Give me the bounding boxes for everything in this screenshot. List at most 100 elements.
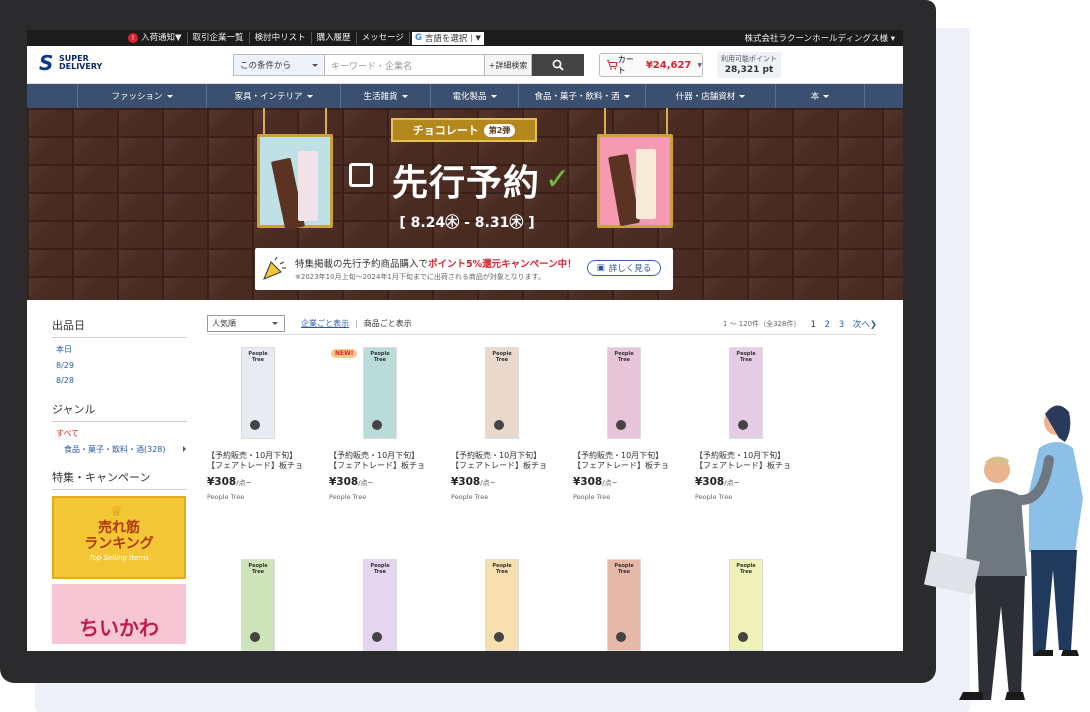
result-count: 1 〜 120件（全328件） xyxy=(722,319,801,328)
cart-button[interactable]: カート ¥24,627 ▼ xyxy=(599,53,703,77)
search-icon xyxy=(552,59,564,71)
product-card[interactable]: People Tree 【予約販売・10月下旬】 【フェアトレード】板チョ ¥308/… xyxy=(451,347,551,501)
nav-books[interactable]: 本 xyxy=(775,84,865,108)
advanced-search-button[interactable]: +詳細検索 xyxy=(485,54,532,76)
organic-seal-icon xyxy=(738,632,748,642)
genre-food[interactable]: 食品・菓子・飲料・酒(328) xyxy=(64,444,187,455)
search-input[interactable]: キーワード・企業名 xyxy=(325,54,485,76)
product-list: 人気順 企業ごと表示 | 商品ごと表示 1 〜 120件（全328件） 1 2 … xyxy=(207,315,877,651)
product-card[interactable]: People Tree 【予約販売・10月下旬】 【フェアトレード】板チョ ¥308/… xyxy=(573,347,673,501)
product-title[interactable]: 【予約販売・10月下旬】 【フェアトレード】板チョ xyxy=(695,451,795,471)
chocolate-package-image xyxy=(597,134,673,228)
product-title[interactable]: 【予約販売・10月下旬】 【フェアトレード】板チョ xyxy=(207,451,307,471)
wishlist-link[interactable]: 検討中リスト xyxy=(250,32,312,44)
stage: ! 入荷通知▼ 取引企業一覧 検討中リスト 購入履歴 メッセージ G 言語を選択 ▼ … xyxy=(0,0,1090,712)
caret-down-icon xyxy=(306,94,313,101)
people-illustration xyxy=(924,405,1083,700)
monitor-frame: ! 入荷通知▼ 取引企業一覧 検討中リスト 購入履歴 メッセージ G 言語を選択 ▼ … xyxy=(0,0,936,683)
logo-mark-icon: S xyxy=(39,51,54,75)
organic-seal-icon xyxy=(250,632,260,642)
chevron-down-icon: ▼ xyxy=(697,61,702,69)
next-page-link[interactable]: 次へ❯ xyxy=(853,320,877,330)
product-card[interactable]: People Tree xyxy=(695,559,795,651)
pagination: 1 2 3 次へ❯ xyxy=(810,318,877,330)
promo-text: 特集掲載の先行予約商品購入でポイント5%還元キャンペーン中！ xyxy=(295,259,577,270)
page-link[interactable]: 3 xyxy=(839,320,844,330)
product-card[interactable]: People Tree xyxy=(573,559,673,651)
nav-fashion[interactable]: ファッション xyxy=(77,84,206,108)
view-by-company-link[interactable]: 企業ごと表示 xyxy=(301,318,349,329)
promo-note: ※2023年10月上旬〜2024年1月下旬までに出荷される商品が対象となります。 xyxy=(295,273,545,281)
product-price: ¥308/点~ xyxy=(451,476,496,488)
nav-fixtures[interactable]: 什器・店舗資材 xyxy=(645,84,775,108)
search-button[interactable] xyxy=(532,54,584,76)
ranking-banner[interactable]: ♛ 売れ筋 ランキング Top Selling Items xyxy=(52,496,186,579)
nav-electronics[interactable]: 電化製品 xyxy=(430,84,518,108)
product-image[interactable]: People Tree xyxy=(241,559,275,651)
product-title[interactable]: 【予約販売・10月下旬】 【フェアトレード】板チョ xyxy=(573,451,673,471)
banner-ribbon: チョコレート 第2弾 xyxy=(391,118,537,142)
product-card[interactable]: People Tree xyxy=(207,559,307,651)
product-image[interactable]: People Tree xyxy=(363,347,397,439)
caret-down-icon xyxy=(623,94,630,101)
purchase-history-link[interactable]: 購入履歴 xyxy=(312,32,357,44)
caret-down-icon xyxy=(823,94,830,101)
campaign-banner[interactable]: チョコレート 第2弾 先行予約 ✓ [ 8.24㊍ - 8.31㊍ ] 特集掲載の… xyxy=(27,108,903,300)
nav-goods[interactable]: 生活雑貨 xyxy=(340,84,430,108)
product-image[interactable]: People Tree xyxy=(485,347,519,439)
account-menu[interactable]: 株式会社ラクーンホールディングス様 ▾ xyxy=(745,32,903,44)
sort-select[interactable]: 人気順 xyxy=(207,315,285,332)
product-brand[interactable]: People Tree xyxy=(329,493,429,501)
caret-down-icon xyxy=(739,94,746,101)
nav-furniture[interactable]: 家具・インテリア xyxy=(206,84,340,108)
product-tag: People Tree xyxy=(370,351,390,363)
product-card[interactable]: People Tree xyxy=(451,559,551,651)
nav-food[interactable]: 食品・菓子・飲料・酒 xyxy=(518,84,645,108)
product-tag: People Tree xyxy=(370,563,390,575)
chevron-right-icon: ❯ xyxy=(869,319,877,330)
page-current: 1 xyxy=(810,319,816,330)
date-filter-item[interactable]: 8/28 xyxy=(56,376,187,385)
cart-amount: ¥24,627 xyxy=(645,59,692,71)
product-card[interactable]: People Tree NEW! 【予約販売・10月下旬】 【フェアトレード】板チョ ¥… xyxy=(329,347,429,501)
product-image[interactable]: People Tree xyxy=(729,559,763,651)
separator: | xyxy=(355,319,358,328)
messages-link[interactable]: メッセージ xyxy=(357,32,410,44)
product-card[interactable]: People Tree 【予約販売・10月下旬】 【フェアトレード】板チョ ¥308/… xyxy=(695,347,795,501)
product-image[interactable]: People Tree xyxy=(363,559,397,651)
utility-bar: ! 入荷通知▼ 取引企業一覧 検討中リスト 購入履歴 メッセージ G 言語を選択 ▼ … xyxy=(27,30,903,46)
product-tag: People Tree xyxy=(248,563,268,575)
date-filter-item[interactable]: 8/29 xyxy=(56,361,187,370)
product-title[interactable]: 【予約販売・10月下旬】 【フェアトレード】板チョ xyxy=(329,451,429,471)
product-price: ¥308/点~ xyxy=(573,476,618,488)
product-price: ¥308/点~ xyxy=(695,476,740,488)
product-brand[interactable]: People Tree xyxy=(695,493,795,501)
organic-seal-icon xyxy=(616,632,626,642)
site-logo[interactable]: S SUPER DELIVERY xyxy=(39,51,102,75)
product-tag: People Tree xyxy=(248,351,268,363)
product-brand[interactable]: People Tree xyxy=(451,493,551,501)
translate-select[interactable]: G 言語を選択 ▼ xyxy=(411,31,484,45)
chocolate-bar-image xyxy=(298,151,318,221)
product-brand[interactable]: People Tree xyxy=(207,493,307,501)
restock-notice-link[interactable]: ! 入荷通知▼ xyxy=(123,32,188,44)
date-filter-today[interactable]: 本日 xyxy=(56,344,187,355)
partners-link[interactable]: 取引企業一覧 xyxy=(188,32,250,44)
product-image[interactable]: People Tree xyxy=(607,347,641,439)
product-image[interactable]: People Tree xyxy=(485,559,519,651)
organic-seal-icon xyxy=(738,420,748,430)
product-image[interactable]: People Tree xyxy=(729,347,763,439)
details-button[interactable]: ▣ 詳しく見る xyxy=(587,260,661,276)
product-image[interactable]: People Tree xyxy=(241,347,275,439)
chiikawa-banner[interactable]: ちいかわ xyxy=(52,584,186,644)
page-link[interactable]: 2 xyxy=(825,320,830,330)
product-card[interactable]: People Tree 【予約販売・10月下旬】 【フェアトレード】板チョ ¥308/… xyxy=(207,347,307,501)
genre-all[interactable]: すべて xyxy=(56,428,187,439)
product-image[interactable]: People Tree xyxy=(607,559,641,651)
product-card[interactable]: People Tree xyxy=(329,559,429,651)
product-title[interactable]: 【予約販売・10月下旬】 【フェアトレード】板チョ xyxy=(451,451,551,471)
chocolate-package-image xyxy=(257,134,333,231)
search-scope-select[interactable]: この条件から xyxy=(233,54,325,76)
chevron-down-icon: ▼ xyxy=(471,34,481,42)
product-brand[interactable]: People Tree xyxy=(573,493,673,501)
